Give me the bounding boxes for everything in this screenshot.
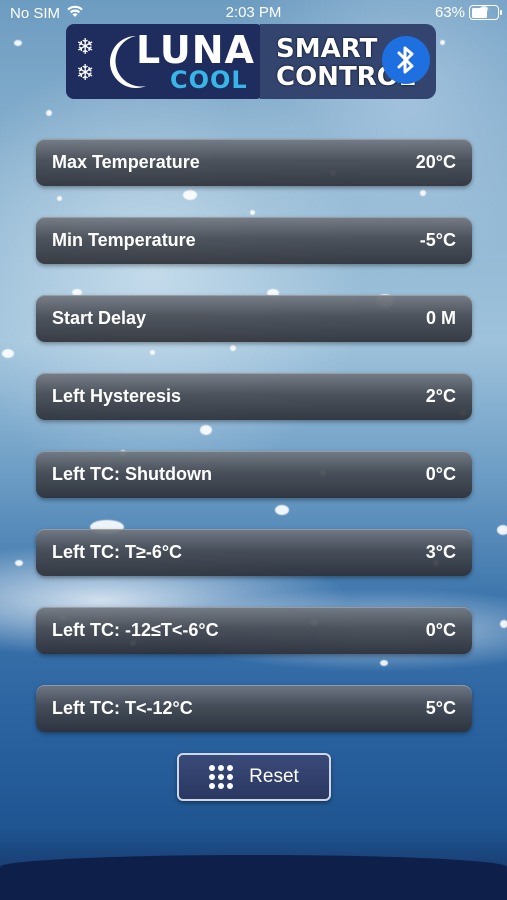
setting-row[interactable]: Min Temperature -5°C (36, 217, 472, 264)
snowflake-dot (150, 350, 155, 355)
smart-control-logo: SMART CONTROL (260, 24, 436, 99)
snowflake-dot (230, 345, 236, 351)
snowflake-dot (497, 525, 507, 535)
setting-label: Left TC: T≥-6°C (52, 542, 183, 562)
setting-row[interactable]: Left TC: Shutdown 0°C (36, 451, 472, 498)
snowflake-dot (500, 620, 507, 628)
snowflake-dot (275, 505, 289, 515)
luna-cool-logo: ❄ ❄ LUNA COOL (66, 24, 264, 99)
setting-label: Left TC: T<-12°C (52, 698, 193, 718)
setting-label: Min Temperature (52, 230, 196, 250)
snowflake-icon: ❄ ❄ (76, 34, 95, 85)
snowflake-dot (440, 40, 445, 45)
status-bar: No SIM 2:03 PM 63% (0, 0, 507, 26)
logo-cool-text: COOL (170, 66, 248, 94)
setting-value: -5°C (419, 230, 456, 250)
snowflake-dot (380, 660, 388, 666)
status-time: 2:03 PM (225, 4, 282, 21)
bottom-band (0, 855, 507, 900)
setting-value: 0°C (425, 464, 456, 484)
reset-button[interactable]: Reset (177, 753, 331, 801)
setting-label: Max Temperature (52, 152, 200, 172)
setting-row[interactable]: Max Temperature 20°C (36, 139, 472, 186)
snowflake-dot (46, 110, 52, 116)
snowflake-dot (14, 40, 22, 46)
setting-value: 2°C (425, 386, 456, 406)
snowflake-dot (15, 560, 23, 566)
setting-label: Left Hysteresis (52, 386, 182, 406)
snowflake-dot (57, 196, 62, 201)
reset-label: Reset (249, 766, 299, 787)
snowflake-dot (420, 190, 426, 196)
setting-row[interactable]: Left TC: T<-12°C 5°C (36, 685, 472, 732)
battery-icon (469, 5, 502, 20)
setting-value: 3°C (425, 542, 456, 562)
status-right: 63% (434, 4, 502, 21)
setting-row[interactable]: Left Hysteresis 2°C (36, 373, 472, 420)
setting-label: Left TC: Shutdown (52, 464, 212, 484)
battery-percent: 63% (434, 4, 465, 21)
setting-label: Start Delay (52, 308, 147, 328)
app-logo: ❄ ❄ LUNA COOL SMART CONTROL (66, 24, 440, 99)
snowflake-dot (250, 210, 255, 215)
grid-dots-icon (209, 765, 234, 789)
logo-smart-text: SMART (276, 34, 378, 64)
snowflake-dot (200, 425, 212, 435)
setting-label: Left TC: -12≤T<-6°C (52, 620, 219, 640)
snowflake-dot (183, 190, 197, 200)
setting-value: 20°C (415, 152, 456, 172)
setting-row[interactable]: Start Delay 0 M (36, 295, 472, 342)
setting-row[interactable]: Left TC: -12≤T<-6°C 0°C (36, 607, 472, 654)
setting-row[interactable]: Left TC: T≥-6°C 3°C (36, 529, 472, 576)
setting-value: 0 M (425, 308, 456, 328)
bluetooth-icon (382, 36, 430, 84)
setting-value: 5°C (425, 698, 456, 718)
setting-value: 0°C (425, 620, 456, 640)
snowflake-dot (2, 349, 14, 358)
battery-level (471, 7, 488, 18)
